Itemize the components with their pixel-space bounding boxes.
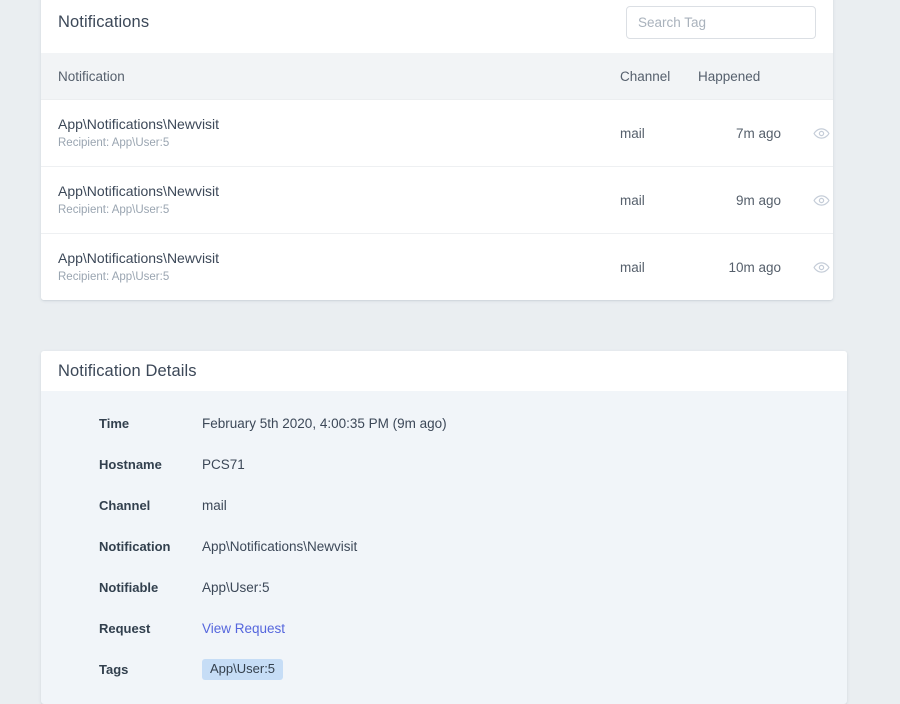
search-tag-input[interactable]	[626, 6, 816, 39]
detail-row-notification: Notification App\Notifications\Newvisit	[41, 526, 847, 567]
page-title: Notifications	[58, 13, 150, 31]
detail-label-request: Request	[99, 621, 151, 636]
detail-label-notification: Notification	[99, 539, 171, 554]
notification-recipient: Recipient: App\User:5	[58, 137, 170, 150]
cell-notification: App\Notifications\Newvisit Recipient: Ap…	[41, 234, 620, 301]
detail-label-channel: Channel	[99, 498, 151, 513]
detail-value-channel: mail	[202, 498, 227, 513]
notifications-card: Notifications Notification Channel Happe…	[41, 0, 833, 300]
detail-row-notifiable: Notifiable App\User:5	[41, 567, 847, 608]
notification-name: App\Notifications\Newvisit	[58, 115, 220, 132]
notifications-table-head: Notification Channel Happened	[41, 53, 833, 100]
cell-happened: 7m ago	[735, 125, 781, 141]
detail-label-time: Time	[99, 416, 130, 431]
cell-notification: App\Notifications\Newvisit Recipient: Ap…	[41, 167, 620, 234]
column-header-notification: Notification	[41, 53, 620, 100]
eye-icon[interactable]	[810, 188, 834, 212]
view-request-link[interactable]: View Request	[202, 621, 285, 636]
notification-name: App\Notifications\Newvisit	[58, 182, 220, 199]
cell-actions	[793, 100, 833, 167]
detail-value-notifiable: App\User:5	[202, 580, 270, 595]
eye-icon[interactable]	[810, 121, 834, 145]
table-row[interactable]: App\Notifications\Newvisit Recipient: Ap…	[41, 233, 833, 301]
detail-row-tags: Tags App\User:5	[41, 649, 847, 690]
cell-actions	[793, 167, 833, 234]
cell-actions	[793, 234, 833, 301]
notification-name: App\Notifications\Newvisit	[58, 249, 220, 266]
detail-label-notifiable: Notifiable	[99, 580, 159, 595]
notification-details-header: Notification Details	[41, 351, 847, 391]
notification-details-body: Time February 5th 2020, 4:00:35 PM (9m a…	[41, 391, 847, 704]
cell-channel: mail	[620, 125, 645, 141]
cell-channel: mail	[620, 192, 645, 208]
table-row[interactable]: App\Notifications\Newvisit Recipient: Ap…	[41, 166, 833, 234]
cell-happened: 9m ago	[735, 192, 781, 208]
cell-channel: mail	[620, 259, 645, 275]
cell-notification: App\Notifications\Newvisit Recipient: Ap…	[41, 100, 620, 167]
cell-happened: 10m ago	[728, 259, 781, 275]
notification-details-card: Notification Details Time February 5th 2…	[41, 351, 847, 704]
notifications-table: Notification Channel Happened App\Notifi…	[41, 53, 833, 300]
detail-value-time: February 5th 2020, 4:00:35 PM (9m ago)	[202, 416, 447, 431]
column-header-happened: Happened	[698, 53, 793, 100]
notification-recipient: Recipient: App\User:5	[58, 204, 170, 217]
table-row[interactable]: App\Notifications\Newvisit Recipient: Ap…	[41, 99, 833, 167]
detail-row-request: Request View Request	[41, 608, 847, 649]
notification-recipient: Recipient: App\User:5	[58, 271, 170, 284]
notifications-card-header: Notifications	[41, 0, 833, 53]
detail-value-hostname: PCS71	[202, 457, 245, 472]
notifications-table-body: App\Notifications\Newvisit Recipient: Ap…	[41, 99, 833, 301]
tag-badge[interactable]: App\User:5	[202, 658, 284, 681]
eye-icon[interactable]	[810, 255, 834, 279]
detail-value-notification: App\Notifications\Newvisit	[202, 539, 358, 554]
detail-row-channel: Channel mail	[41, 485, 847, 526]
detail-label-hostname: Hostname	[99, 457, 162, 472]
notification-details-title: Notification Details	[58, 361, 197, 380]
tags-container: App\User:5	[202, 658, 284, 681]
column-header-channel: Channel	[620, 53, 698, 100]
detail-row-time: Time February 5th 2020, 4:00:35 PM (9m a…	[41, 403, 847, 444]
detail-row-hostname: Hostname PCS71	[41, 444, 847, 485]
table-header-row: Notification Channel Happened	[41, 53, 833, 100]
column-header-actions	[793, 53, 833, 100]
